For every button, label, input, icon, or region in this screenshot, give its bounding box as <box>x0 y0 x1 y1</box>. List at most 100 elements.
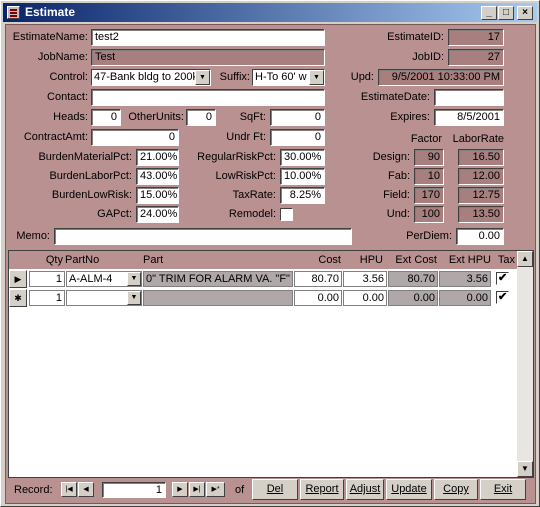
partno-combo[interactable]: ▼ <box>66 290 142 306</box>
column-header[interactable]: Part <box>143 252 173 268</box>
labor-rate-field[interactable]: 16.50 <box>458 149 504 166</box>
sqft-field[interactable]: 0 <box>270 109 325 126</box>
adjust-button[interactable]: Adjust <box>346 479 384 500</box>
ga-pct-field[interactable]: 24.00% <box>136 206 179 223</box>
scroll-up-icon[interactable]: ▲ <box>517 251 533 267</box>
job-id-field: 27 <box>448 49 504 66</box>
estimate-window: Estimate _ □ × EstimateName: test2 JobNa… <box>0 0 540 507</box>
chevron-down-icon[interactable]: ▼ <box>127 291 141 305</box>
labor-rate-field[interactable]: 13.50 <box>458 206 504 223</box>
partno-combo[interactable]: A-ALM-4 ▼ <box>66 271 142 287</box>
column-header[interactable]: Cost <box>291 252 341 268</box>
tax-checkbox[interactable] <box>496 271 509 285</box>
update-button[interactable]: Update <box>386 479 432 500</box>
estimate-date-label: EstimateDate: <box>360 91 430 103</box>
last-record-icon[interactable]: ▶| <box>189 482 205 497</box>
previous-record-icon[interactable]: ◀ <box>78 482 94 497</box>
scroll-down-icon[interactable]: ▼ <box>517 461 533 477</box>
other-units-field[interactable]: 0 <box>186 109 216 126</box>
first-record-icon[interactable]: |◀ <box>61 482 77 497</box>
suffix-combo[interactable]: H-To 60' w ▼ <box>252 69 325 86</box>
ext-hpu-cell[interactable]: 0.00 <box>439 290 491 306</box>
job-name-field: Test <box>91 49 325 66</box>
ga-pct-label: GAPct: <box>97 208 132 220</box>
hpu-cell[interactable]: 3.56 <box>343 271 387 287</box>
rate-label: Und: <box>386 208 410 220</box>
new-record-row-icon[interactable]: ✱ <box>9 289 27 307</box>
estimate-date-field[interactable] <box>434 89 504 106</box>
burden-low-risk-label: BurdenLowRisk: <box>51 189 132 201</box>
heads-field[interactable]: 0 <box>91 109 121 126</box>
column-header[interactable]: Ext Cost <box>385 252 437 268</box>
chevron-down-icon[interactable]: ▼ <box>195 70 210 85</box>
exit-button[interactable]: Exit <box>480 479 526 500</box>
undr-ft-field[interactable]: 0 <box>270 129 325 146</box>
upd-field: 9/5/2001 10:33:00 PM <box>378 69 504 86</box>
cost-cell[interactable]: 0.00 <box>294 290 342 306</box>
factor-field[interactable]: 10 <box>414 168 444 185</box>
labor-rate-header: LaborRate <box>452 133 504 145</box>
ext-cost-cell[interactable]: 80.70 <box>388 271 438 287</box>
form-icon <box>7 6 20 19</box>
contact-field[interactable] <box>91 89 325 106</box>
column-header[interactable]: HPU <box>343 252 383 268</box>
adjust-button-label: Adjust <box>349 483 381 495</box>
factor-field[interactable]: 90 <box>414 149 444 166</box>
vertical-scrollbar[interactable]: ▲ ▼ <box>517 251 533 477</box>
next-record-icon[interactable]: ▶ <box>172 482 188 497</box>
contract-amt-field[interactable]: 0 <box>91 129 179 146</box>
part-cell[interactable] <box>143 290 293 306</box>
ext-cost-cell[interactable]: 0.00 <box>388 290 438 306</box>
memo-field[interactable] <box>54 228 352 245</box>
estimate-name-field[interactable]: test2 <box>91 29 325 46</box>
upd-label: Upd: <box>350 71 374 83</box>
column-header[interactable]: PartNo <box>65 252 99 268</box>
tax-rate-field[interactable]: 8.25% <box>280 187 325 204</box>
new-record-icon[interactable]: ▶* <box>206 482 225 497</box>
labor-rate-field[interactable]: 12.00 <box>458 168 504 185</box>
column-header[interactable]: Tax <box>493 252 515 268</box>
column-header[interactable]: Ext HPU <box>439 252 491 268</box>
part-cell[interactable]: 0" TRIM FOR ALARM VA. "F" <box>143 271 293 287</box>
chevron-down-icon[interactable]: ▼ <box>309 70 324 85</box>
del-button[interactable]: Del <box>252 479 298 500</box>
remodel-checkbox[interactable] <box>280 208 293 221</box>
title-bar[interactable]: Estimate _ □ × <box>3 3 537 22</box>
factor-field[interactable]: 170 <box>414 187 444 204</box>
current-record-icon[interactable]: ▶ <box>9 270 27 288</box>
burden-low-risk-field[interactable]: 15.00% <box>136 187 179 204</box>
estimate-id-field: 17 <box>448 29 504 46</box>
cost-cell[interactable]: 80.70 <box>294 271 342 287</box>
regular-risk-field[interactable]: 30.00% <box>280 149 325 166</box>
hpu-cell[interactable]: 0.00 <box>343 290 387 306</box>
control-combo[interactable]: 47-Bank bldg to 200k ▼ <box>91 69 211 86</box>
heads-label: Heads: <box>53 111 88 123</box>
estimate-name-label: EstimateName: <box>12 31 88 43</box>
report-button[interactable]: Report <box>300 479 344 500</box>
burden-material-field[interactable]: 21.00% <box>136 149 179 166</box>
other-units-label: OtherUnits: <box>128 111 184 123</box>
rate-label: Design: <box>372 151 410 163</box>
current-record-field[interactable]: 1 <box>102 482 166 498</box>
close-button[interactable]: × <box>517 6 533 20</box>
window-title: Estimate <box>25 5 76 19</box>
qty-cell[interactable]: 1 <box>29 290 65 306</box>
tax-checkbox[interactable] <box>496 290 509 304</box>
expires-field[interactable]: 8/5/2001 <box>434 109 504 126</box>
per-diem-field[interactable]: 0.00 <box>456 228 504 245</box>
labor-rate-field[interactable]: 12.75 <box>458 187 504 204</box>
chevron-down-icon[interactable]: ▼ <box>127 272 141 286</box>
rate-label: Fab: <box>387 170 410 182</box>
qty-cell[interactable]: 1 <box>29 271 65 287</box>
minimize-button[interactable]: _ <box>481 6 497 20</box>
low-risk-field[interactable]: 10.00% <box>280 168 325 185</box>
expires-label: Expires: <box>390 111 430 123</box>
ext-hpu-cell[interactable]: 3.56 <box>439 271 491 287</box>
maximize-button[interactable]: □ <box>498 6 514 20</box>
burden-labor-field[interactable]: 43.00% <box>136 168 179 185</box>
copy-button[interactable]: Copy <box>434 479 478 500</box>
rate-label: Field: <box>383 189 410 201</box>
record-label: Record: <box>14 484 53 496</box>
column-header[interactable]: Qty <box>29 252 63 268</box>
factor-field[interactable]: 100 <box>414 206 444 223</box>
